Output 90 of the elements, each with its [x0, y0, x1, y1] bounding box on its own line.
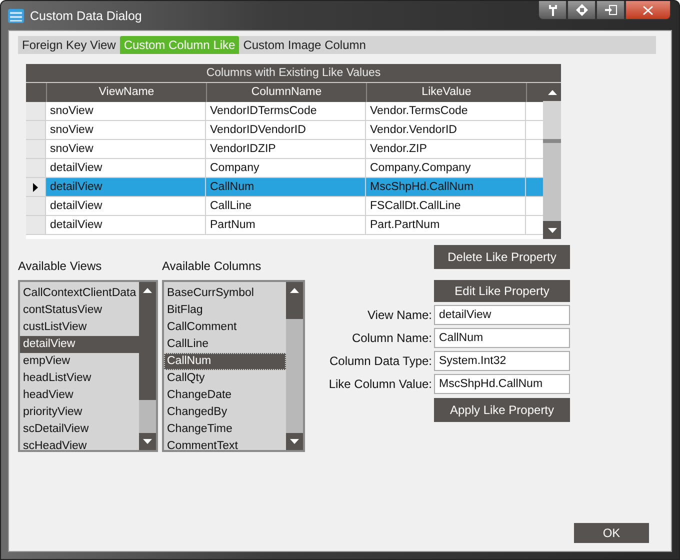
app-icon — [8, 8, 24, 22]
scroll-thumb[interactable] — [139, 299, 156, 400]
apply-button[interactable]: Apply Like Property — [434, 398, 570, 422]
text-field[interactable]: System.Int32 — [434, 351, 570, 371]
scroll-down-icon — [548, 228, 556, 232]
table-cell: Vendor.VendorID — [370, 124, 457, 136]
list-item[interactable]: empView — [20, 353, 139, 370]
list-box[interactable]: CallContextClientData contStatusView custListView detailView empView headListView headView priorityView scDetailView scHeadView — [18, 280, 158, 452]
table-cell: FSCallDt.CallLine — [370, 200, 461, 212]
list-item[interactable]: priorityView — [20, 404, 139, 421]
table-cell: CallLine — [210, 200, 252, 212]
table-cell: MscShpHd.CallNum — [370, 181, 474, 193]
table-row[interactable]: detailView CallNum MscShpHd.CallNum — [26, 178, 543, 197]
tab[interactable]: Foreign Key View — [18, 36, 120, 54]
wrench-icon — [548, 4, 558, 16]
scrollbar[interactable] — [139, 282, 156, 450]
list-item[interactable]: ChangedBy — [164, 404, 286, 421]
text-field[interactable]: detailView — [434, 305, 570, 325]
table-cell: Company — [210, 162, 260, 174]
list-item[interactable]: CallLine — [164, 336, 286, 353]
table-row[interactable]: snoView VendorIDVendorID Vendor.VendorID — [26, 121, 543, 140]
table-cell: Vendor.ZIP — [370, 143, 427, 155]
list-item[interactable]: CommentText — [164, 438, 286, 450]
scroll-down-icon — [143, 439, 152, 444]
list-item[interactable]: ChangeDate — [164, 387, 286, 404]
field-label: Column Name: — [352, 331, 432, 345]
scroll-up-icon — [143, 288, 152, 293]
edit-button[interactable]: Edit Like Property — [434, 280, 570, 302]
delete-button[interactable]: Delete Like Property — [434, 245, 570, 269]
table-row[interactable]: detailView Company Company.Company — [26, 159, 543, 178]
list-item[interactable]: headView — [20, 387, 139, 404]
table-row[interactable]: detailView CallLine FSCallDt.CallLine — [26, 197, 543, 216]
list-item[interactable]: CallQty — [164, 370, 286, 387]
list-item[interactable]: contStatusView — [20, 302, 139, 319]
row-pointer-icon — [33, 182, 38, 192]
move-button[interactable] — [567, 1, 596, 20]
field-label: View Name: — [368, 308, 432, 322]
table-cell: detailView — [50, 219, 102, 231]
list-box[interactable]: BaseCurrSymbol BitFlag CallComment CallLine CallNum CallQty ChangeDate ChangedBy ChangeTime CommentText — [162, 280, 305, 452]
table-cell: snoView — [50, 143, 94, 155]
list-item[interactable]: scHeadView — [20, 438, 139, 450]
table-cell: PartNum — [210, 219, 256, 231]
table-cell: Part.PartNum — [370, 219, 440, 231]
table-cell: Vendor.TermsCode — [370, 105, 468, 117]
table-cell: VendorIDTermsCode — [210, 105, 317, 117]
table-cell: snoView — [50, 124, 94, 136]
table-cell: detailView — [50, 200, 102, 212]
scroll-thumb[interactable] — [286, 299, 303, 319]
list-item[interactable]: scDetailView — [20, 421, 139, 438]
list-label: Available Views — [18, 259, 103, 273]
list-item[interactable]: headListView — [20, 370, 139, 387]
table-cell: snoView — [50, 105, 94, 117]
scroll-up-icon — [290, 288, 299, 293]
scrollbar[interactable] — [543, 83, 561, 239]
list-item[interactable]: detailView — [20, 336, 139, 353]
grid-caption: Columns with Existing Like Values — [26, 64, 561, 83]
list-item[interactable]: ChangeTime — [164, 421, 286, 438]
window-title: Custom Data Dialog — [30, 8, 142, 22]
wrench-button[interactable] — [538, 1, 567, 20]
close-icon — [643, 6, 653, 14]
table-cell: detailView — [50, 181, 102, 193]
close-button[interactable] — [625, 1, 671, 20]
list-item[interactable]: CallComment — [164, 319, 286, 336]
enter-icon — [604, 5, 616, 15]
move-icon — [576, 4, 588, 16]
scroll-down-icon — [290, 439, 299, 444]
ok-button[interactable]: OK — [574, 523, 649, 543]
table-cell: Company.Company — [370, 162, 471, 174]
scrollbar[interactable] — [286, 282, 303, 450]
table-cell: VendorIDZIP — [210, 143, 276, 155]
list-label: Available Columns — [162, 259, 262, 273]
field-label: Like Column Value: — [328, 377, 432, 391]
list-item[interactable]: custListView — [20, 319, 139, 336]
table-row[interactable]: snoView VendorIDZIP Vendor.ZIP — [26, 140, 543, 159]
field-label: Column Data Type: — [330, 354, 432, 368]
scroll-up-icon — [548, 90, 556, 94]
text-field[interactable]: CallNum — [434, 328, 570, 348]
tab[interactable]: Custom Image Column — [239, 36, 370, 54]
table-cell: detailView — [50, 162, 102, 174]
table-row[interactable]: snoView VendorIDTermsCode Vendor.TermsCode — [26, 102, 543, 121]
list-item[interactable]: BaseCurrSymbol — [164, 285, 286, 302]
table-row[interactable]: detailView PartNum Part.PartNum — [26, 216, 543, 235]
scroll-thumb[interactable] — [543, 101, 561, 143]
list-item[interactable]: CallNum — [164, 353, 286, 370]
table-cell: VendorIDVendorID — [210, 124, 306, 136]
restore-button[interactable] — [596, 1, 625, 20]
list-item[interactable]: BitFlag — [164, 302, 286, 319]
list-item[interactable]: CallContextClientData — [20, 285, 139, 302]
text-field[interactable]: MscShpHd.CallNum — [434, 374, 570, 394]
table-cell: CallNum — [210, 181, 254, 193]
